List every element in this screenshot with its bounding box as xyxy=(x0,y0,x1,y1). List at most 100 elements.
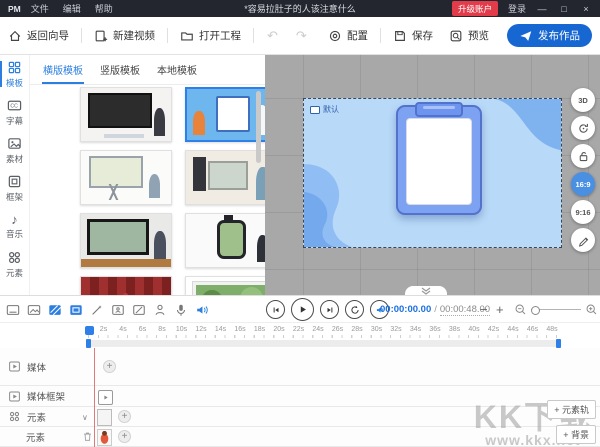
add-element-button[interactable]: + xyxy=(118,410,131,423)
tab-local-templates[interactable]: 本地模板 xyxy=(156,55,198,84)
clipboard-graphic[interactable] xyxy=(396,105,482,215)
collapse-track-chevron[interactable]: ∨ xyxy=(82,413,88,422)
play-button[interactable] xyxy=(291,298,314,321)
template-thumbnail[interactable] xyxy=(80,276,172,295)
template-thumbnail[interactable] xyxy=(185,213,265,268)
duration-decrease-button[interactable]: − xyxy=(480,296,488,323)
zoom-slider[interactable] xyxy=(531,305,581,315)
range-handle-right[interactable] xyxy=(556,339,561,348)
sidebar-item-subtitle[interactable]: CC 字幕 xyxy=(0,93,29,131)
menu-help[interactable]: 帮助 xyxy=(95,2,113,15)
thumbnail-art xyxy=(154,108,165,136)
zoom-out-icon[interactable] xyxy=(514,303,527,316)
range-bar-track[interactable] xyxy=(88,340,558,347)
zoom-slider-knob[interactable] xyxy=(531,306,540,315)
duration-increase-button[interactable]: + xyxy=(496,296,504,323)
zoom-in-icon[interactable] xyxy=(585,303,598,316)
add-element-button[interactable]: + xyxy=(118,430,131,443)
edit-scene-button[interactable] xyxy=(571,228,595,252)
sidebar-item-element[interactable]: 元素 xyxy=(0,245,29,283)
lock-button[interactable] xyxy=(571,144,595,168)
login-button[interactable]: 登录 xyxy=(508,2,526,15)
ratio-9-16-button[interactable]: 9:16 xyxy=(571,200,595,224)
sidebar-item-material[interactable]: 素材 xyxy=(0,131,29,169)
minimize-button[interactable]: — xyxy=(536,4,548,14)
timeline-range-bar[interactable] xyxy=(0,338,600,348)
add-media-button[interactable]: + xyxy=(103,360,116,373)
3d-mode-button[interactable]: 3D xyxy=(571,88,595,112)
ratio-16-9-button[interactable]: 16:9 xyxy=(571,172,595,196)
publish-button[interactable]: 发布作品 xyxy=(507,24,592,47)
timeline-zoom xyxy=(514,296,598,323)
template-thumbnail[interactable] xyxy=(80,150,172,205)
stage-canvas[interactable]: 默认 3D 16:9 9:16 xyxy=(265,55,600,295)
menu-file[interactable]: 文件 xyxy=(31,2,49,15)
character-clip-thumbnail[interactable] xyxy=(97,429,112,446)
preview-button[interactable]: 预览 xyxy=(441,28,497,43)
upgrade-account-button[interactable]: 升级账户 xyxy=(452,1,498,16)
add-media-icon[interactable] xyxy=(27,303,41,317)
divider xyxy=(81,28,82,43)
ruler-tick-label: 18s xyxy=(254,326,265,333)
template-tabs: 横版模板 竖版模板 本地模板 xyxy=(30,55,265,85)
save-button[interactable]: 保存 xyxy=(385,28,441,43)
config-button[interactable]: 配置 xyxy=(320,28,376,43)
delete-track-icon[interactable] xyxy=(82,431,93,442)
thumbnail-art xyxy=(193,157,206,191)
new-video-button[interactable]: 新建视频 xyxy=(86,28,163,43)
canvas-collapse-handle[interactable] xyxy=(405,286,447,295)
open-project-button[interactable]: 打开工程 xyxy=(172,28,249,43)
tab-portrait-templates[interactable]: 竖版模板 xyxy=(99,55,141,84)
ruler-tick-label: 24s xyxy=(312,326,323,333)
panel-scrollbar[interactable] xyxy=(256,91,261,163)
add-character-icon[interactable] xyxy=(153,303,167,317)
template-thumbnail[interactable] xyxy=(185,276,265,295)
record-voice-icon[interactable] xyxy=(174,303,188,317)
template-thumbnail[interactable] xyxy=(185,150,265,205)
playhead-marker[interactable] xyxy=(85,326,94,335)
add-background-button[interactable]: + 背景 xyxy=(556,425,596,444)
playhead-line[interactable] xyxy=(94,348,95,447)
main-area: 模板 CC 字幕 素材 框架 ♪ 音乐 元素 xyxy=(0,55,600,295)
sidebar-item-music[interactable]: ♪ 音乐 xyxy=(0,207,29,245)
range-handle-left[interactable] xyxy=(86,339,91,348)
element-clip-thumbnail[interactable] xyxy=(97,409,112,426)
maximize-button[interactable]: □ xyxy=(558,4,570,14)
gear-icon xyxy=(328,29,342,43)
skip-end-button[interactable] xyxy=(320,300,339,319)
back-to-wizard-button[interactable]: 返回向导 xyxy=(0,28,77,43)
add-scene-icon[interactable] xyxy=(111,303,125,317)
add-element-icon[interactable] xyxy=(132,303,146,317)
media-frame-clip[interactable] xyxy=(98,390,113,405)
sidebar-item-template[interactable]: 模板 xyxy=(0,55,29,93)
template-thumbnail[interactable] xyxy=(80,213,172,268)
template-thumbnail-selected[interactable] xyxy=(185,87,265,142)
ruler-tick-label: 38s xyxy=(449,326,460,333)
add-sound-icon[interactable] xyxy=(195,303,209,317)
ruler-tick-label: 20s xyxy=(273,326,284,333)
template-thumbnail[interactable] xyxy=(80,87,172,142)
timeline-ruler[interactable]: 2s4s6s8s10s12s14s16s18s20s22s24s26s28s30… xyxy=(0,322,600,338)
ruler-tick-label: 34s xyxy=(410,326,421,333)
rotate-button[interactable] xyxy=(571,116,595,140)
add-frame-icon[interactable] xyxy=(69,303,83,317)
replay-button[interactable] xyxy=(345,300,364,319)
media-track-icon xyxy=(8,360,21,373)
skip-start-button[interactable] xyxy=(266,300,285,319)
close-button[interactable]: × xyxy=(580,4,592,14)
add-subtitle-icon[interactable] xyxy=(6,303,20,317)
menu-edit[interactable]: 编辑 xyxy=(63,2,81,15)
add-element-track-button[interactable]: + 元素轨 xyxy=(547,400,596,419)
sidebar-item-frame[interactable]: 框架 xyxy=(0,169,29,207)
undo-icon[interactable]: ↶ xyxy=(258,28,287,44)
divider xyxy=(253,28,254,43)
add-effect-icon[interactable] xyxy=(90,303,104,317)
add-background-icon[interactable] xyxy=(48,303,62,317)
scene[interactable]: 默认 xyxy=(303,98,562,248)
track-label: 媒体框架 xyxy=(27,389,65,403)
redo-icon[interactable]: ↷ xyxy=(287,28,316,44)
time-display: 00:00:00.00 / 00:00:48.00 xyxy=(380,296,490,323)
tab-landscape-templates[interactable]: 横版模板 xyxy=(42,55,84,84)
new-document-icon xyxy=(94,29,108,43)
scene-label[interactable]: 默认 xyxy=(310,104,339,115)
